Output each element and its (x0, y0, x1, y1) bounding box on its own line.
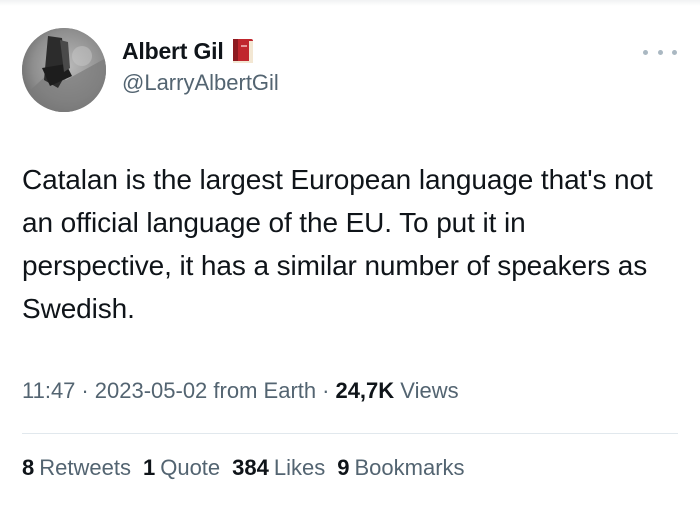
likes-count: 384 (232, 455, 269, 480)
tweet-date[interactable]: 2023-05-02 (95, 378, 208, 403)
retweets-stat[interactable]: 8 Retweets (22, 455, 131, 481)
tweet-text: Catalan is the largest European language… (22, 164, 653, 324)
views-count: 24,7K (335, 378, 395, 403)
user-handle[interactable]: @LarryAlbertGil (122, 70, 279, 96)
avatar[interactable] (22, 28, 106, 112)
avatar-image (22, 28, 106, 112)
bookmarks-label: Bookmarks (354, 455, 465, 480)
retweets-label: Retweets (39, 455, 131, 480)
quotes-count: 1 (142, 455, 156, 480)
more-options-button[interactable] (643, 46, 677, 58)
name-row: Albert Gil (122, 36, 279, 66)
separator-dot: · (322, 378, 330, 403)
engagement-stats: 8 Retweets 1 Quote 384 Likes 9 Bookmarks (22, 455, 465, 481)
more-dots-icon (643, 49, 648, 55)
likes-stat[interactable]: 384 Likes (232, 455, 325, 481)
likes-label: Likes (273, 455, 326, 480)
bookmarks-stat[interactable]: 9 Bookmarks (337, 455, 464, 481)
views-label: Views (400, 378, 459, 403)
tweet-source: from Earth (213, 378, 317, 403)
quotes-stat[interactable]: 1 Quote (143, 455, 220, 481)
bookmarks-count: 9 (337, 455, 350, 480)
retweets-count: 8 (22, 455, 35, 480)
quotes-label: Quote (160, 455, 221, 480)
tweet-metadata: 11:47 · 2023-05-02 from Earth · 24,7K Views (22, 378, 459, 404)
divider (22, 433, 678, 434)
tweet-time[interactable]: 11:47 (22, 378, 75, 403)
display-name[interactable]: Albert Gil (122, 38, 224, 65)
red-book-icon (231, 37, 257, 65)
top-edge (0, 0, 700, 6)
author-block: Albert Gil @LarryAlbertGil (122, 36, 279, 96)
separator-dot: · (81, 378, 89, 403)
